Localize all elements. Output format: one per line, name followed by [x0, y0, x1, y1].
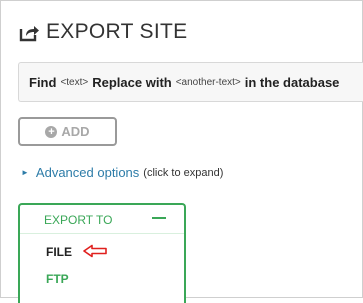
advanced-options-link[interactable]: Advanced options [36, 165, 139, 180]
plus-circle-icon: + [45, 125, 58, 138]
add-button[interactable]: + ADD [18, 117, 117, 146]
export-option-ftp[interactable]: FTP [46, 272, 69, 286]
advanced-options-toggle[interactable]: ► Advanced options (click to expand) [21, 165, 223, 180]
find-replace-suffix: in the database [244, 74, 340, 90]
export-icon [19, 26, 39, 42]
caret-right-icon: ► [21, 168, 29, 177]
page-title: EXPORT SITE [46, 20, 188, 43]
page-header: EXPORT SITE [18, 18, 187, 46]
advanced-options-hint: (click to expand) [143, 166, 224, 179]
export-to-title: EXPORT TO [44, 213, 113, 227]
red-arrow-annotation-icon [83, 244, 107, 258]
replace-text-placeholder[interactable]: <another-text> [176, 77, 241, 88]
replace-label: Replace with [92, 74, 172, 90]
collapse-minus-icon[interactable] [152, 211, 166, 225]
export-to-panel: EXPORT TO FILE FTP [18, 203, 186, 303]
find-replace-row[interactable]: Find <text> Replace with <another-text> … [18, 62, 363, 102]
add-button-label: ADD [61, 124, 90, 139]
find-text-placeholder[interactable]: <text> [60, 77, 88, 88]
export-option-file[interactable]: FILE [46, 245, 72, 259]
export-to-header[interactable]: EXPORT TO [20, 205, 184, 234]
find-label: Find [29, 74, 57, 90]
